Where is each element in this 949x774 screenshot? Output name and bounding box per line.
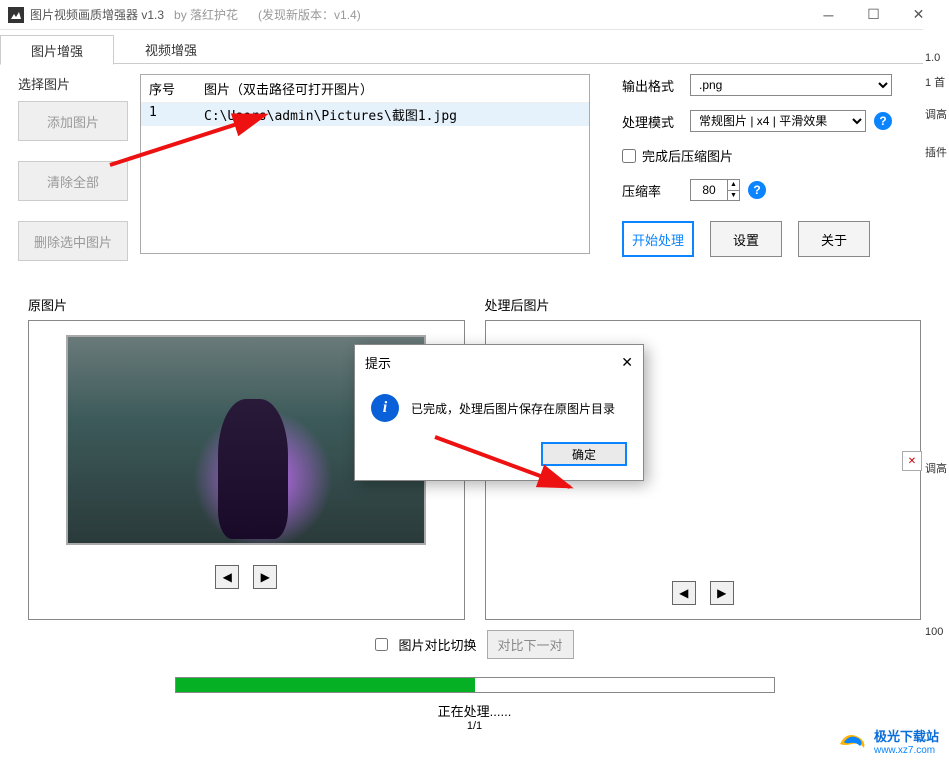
tab-image-enhance[interactable]: 图片增强 [0,35,114,65]
output-format-select[interactable]: .png [690,74,892,96]
compare-toggle-label: 图片对比切换 [398,635,476,654]
row-number: 1 [141,103,196,126]
col-path-header: 图片（双击路径可打开图片） [196,75,589,102]
spin-up-icon[interactable]: ▲ [728,180,739,191]
file-list-header: 序号 图片（双击路径可打开图片） [141,75,589,103]
app-title: 图片视频画质增强器 v1.3 [30,6,164,23]
col-number-header: 序号 [141,75,196,102]
compress-after-label: 完成后压缩图片 [642,146,733,165]
info-dialog: 提示 ✕ i 已完成，处理后图片保存在原图片目录 确定 [354,344,644,481]
left-column: 选择图片 添加图片 清除全部 删除选中图片 [18,74,128,281]
bottom-bar: 图片对比切换 对比下一对 正在处理...... 1/1 [0,620,949,732]
broken-image-icon: ✕ [902,451,922,471]
progress-fill [176,678,475,692]
original-panel-title: 原图片 [28,295,465,314]
compress-rate-label: 压缩率 [622,181,682,200]
process-mode-select[interactable]: 常规图片 | x4 | 平滑效果 [690,110,866,132]
status-text: 正在处理...... [0,701,949,720]
progress-bar [175,677,775,693]
delete-selected-button[interactable]: 删除选中图片 [18,221,128,261]
compress-rate-spinner[interactable]: ▲▼ [690,179,740,201]
info-icon: i [371,394,399,422]
next-processed-button[interactable]: ▶ [710,581,734,605]
titlebar: 图片视频画质增强器 v1.3 by 落红护花 (发现新版本：v1.4) ─ ☐ … [0,0,949,30]
dialog-message: 已完成，处理后图片保存在原图片目录 [411,400,615,417]
compress-after-checkbox[interactable] [622,149,636,163]
maximize-button[interactable]: ☐ [851,0,896,30]
watermark-logo-icon [838,730,868,752]
watermark: 极光下载站 www.xz7.com [838,726,939,756]
dialog-close-icon[interactable]: ✕ [621,354,633,371]
help-icon[interactable]: ? [748,181,766,199]
compare-next-button[interactable]: 对比下一对 [487,630,574,659]
prev-original-button[interactable]: ◀ [215,565,239,589]
start-process-button[interactable]: 开始处理 [622,221,694,257]
file-list[interactable]: 序号 图片（双击路径可打开图片） 1 C:\Users\admin\Pictur… [140,74,590,254]
process-mode-label: 处理模式 [622,112,682,131]
select-image-label: 选择图片 [18,74,128,93]
window-controls: ─ ☐ ✕ [806,0,941,30]
compare-toggle-checkbox[interactable] [375,638,388,651]
settings-panel: 输出格式 .png 处理模式 常规图片 | x4 | 平滑效果 ? 完成后压缩图… [622,74,892,281]
next-original-button[interactable]: ▶ [253,565,277,589]
tab-video-enhance[interactable]: 视频增强 [114,34,228,64]
output-format-label: 输出格式 [622,76,682,95]
clear-all-button[interactable]: 清除全部 [18,161,128,201]
about-button[interactable]: 关于 [798,221,870,257]
row-path: C:\Users\admin\Pictures\截图1.jpg [196,103,589,126]
file-list-row[interactable]: 1 C:\Users\admin\Pictures\截图1.jpg [141,103,589,126]
add-image-button[interactable]: 添加图片 [18,101,128,141]
dialog-ok-button[interactable]: 确定 [541,442,627,466]
spin-down-icon[interactable]: ▼ [728,191,739,201]
settings-button[interactable]: 设置 [710,221,782,257]
minimize-button[interactable]: ─ [806,0,851,30]
new-version-notice: (发现新版本：v1.4) [258,6,361,23]
app-byline: by 落红护花 [174,6,238,23]
right-edge-fragment: 1.0 1 首 调高 插件 调高 100 [923,0,949,774]
tabs: 图片增强 视频增强 [0,34,949,64]
watermark-name: 极光下载站 [874,726,939,745]
compress-rate-input[interactable] [691,180,727,200]
progress-count: 1/1 [0,720,949,732]
app-icon [8,7,24,23]
dialog-title: 提示 [365,353,391,372]
processed-panel-title: 处理后图片 [485,295,922,314]
help-icon[interactable]: ? [874,112,892,130]
prev-processed-button[interactable]: ◀ [672,581,696,605]
watermark-url: www.xz7.com [874,745,939,756]
